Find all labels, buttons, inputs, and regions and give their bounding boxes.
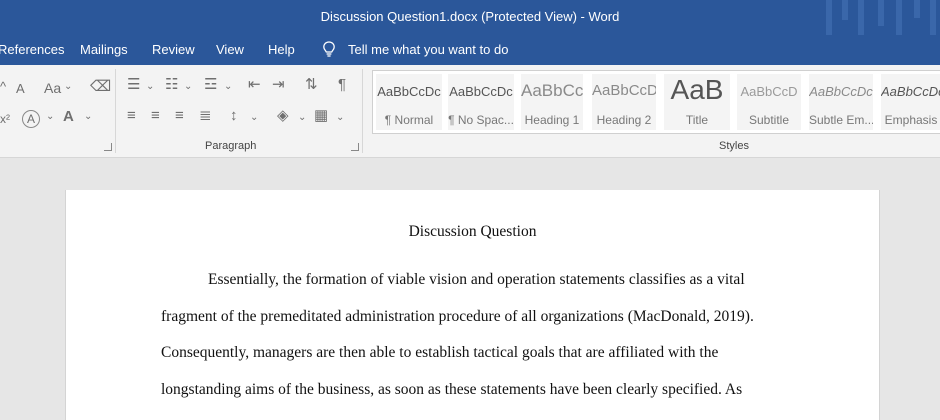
style-name: Heading 1 [524,113,580,127]
group-separator [362,69,363,153]
title-pattern [914,0,920,18]
title-bar: Discussion Question1.docx (Protected Vie… [0,0,940,35]
title-pattern [858,0,864,35]
title-pattern [842,0,848,20]
paragraph-line: longstanding aims of the business, as so… [161,381,743,398]
tab-help[interactable]: Help [268,42,295,57]
window-title: Discussion Question1.docx (Protected Vie… [320,9,620,24]
borders-icon[interactable]: ▦ [314,108,328,124]
chevron-down-icon[interactable]: ⌄ [336,110,344,126]
style-name: Subtle Em... [809,113,873,127]
clear-formatting-icon[interactable]: ⌫ [90,79,111,95]
bullets-icon[interactable]: ☰ [127,77,140,93]
align-right-icon[interactable]: ≡ [175,108,184,124]
chevron-down-icon[interactable]: ⌄ [224,79,232,95]
paragraph-line: Consequently, managers are then able to … [161,344,719,361]
style-sample: AaBbCc [521,81,583,100]
style-name: Heading 2 [596,113,652,127]
style-heading-2[interactable]: AaBbCcD Heading 2 [592,74,656,130]
paragraph-line: Essentially, the formation of viable vis… [208,271,745,288]
style-normal[interactable]: AaBbCcDc ¶ Normal [376,74,442,130]
styles-gallery: AaBbCcDc ¶ Normal AaBbCcDc ¶ No Spac... … [372,70,940,134]
style-name: ¶ Normal [384,113,434,127]
chevron-down-icon[interactable]: ⌄ [298,110,306,126]
style-name: Subtitle [748,113,790,127]
title-pattern [896,0,902,35]
paragraph-group-label: Paragraph [205,140,257,152]
tab-review[interactable]: Review [152,42,195,57]
style-subtitle[interactable]: AaBbCcD Subtitle [737,74,801,130]
style-sample: AaBbCcDc [449,84,513,99]
style-subtle-emphasis[interactable]: AaBbCcDc Subtle Em... [809,74,873,130]
title-pattern [878,0,884,26]
multilevel-list-icon[interactable]: ☲ [204,77,217,93]
tell-me-search[interactable]: Tell me what you want to do [320,40,508,58]
change-case-icon[interactable]: Aa [44,80,61,96]
document-area: Discussion Question Essentially, the for… [0,158,940,420]
style-sample: AaBbCcD [740,84,798,99]
lightbulb-icon [323,41,335,57]
chevron-down-icon[interactable]: ⌄ [184,79,192,95]
document-page[interactable]: Discussion Question Essentially, the for… [65,190,880,420]
align-left-icon[interactable]: ≡ [127,108,136,124]
tab-view[interactable]: View [216,42,244,57]
style-no-spacing[interactable]: AaBbCcDc ¶ No Spac... [448,74,514,130]
styles-group-label: Styles [719,140,749,152]
shading-icon[interactable]: ◈ [277,108,289,124]
paragraph-dialog-launcher[interactable] [351,143,359,151]
sort-icon[interactable]: ⇅ [305,77,318,93]
style-heading-1[interactable]: AaBbCc Heading 1 [521,74,583,130]
line-spacing-icon[interactable]: ↕ [230,108,238,124]
title-pattern [826,0,832,35]
tab-mailings[interactable]: Mailings [80,42,128,57]
paragraph-line: fragment of the premeditated administrat… [161,308,754,325]
style-title[interactable]: AaB Title [664,74,730,130]
style-name: Emphasis [884,113,938,127]
shrink-font-icon[interactable]: A [16,81,25,97]
chevron-down-icon[interactable]: ⌄ [46,109,54,125]
chevron-down-icon[interactable]: ⌄ [84,109,92,125]
style-sample: AaBbCcDc [881,84,940,99]
text-effects-icon[interactable]: A [22,110,40,128]
style-emphasis[interactable]: AaBbCcDc Emphasis [881,74,940,130]
superscript-icon[interactable]: x² [0,111,10,127]
align-center-icon[interactable]: ≡ [151,108,160,124]
document-heading: Discussion Question [408,223,537,240]
show-marks-icon[interactable]: ¶ [338,77,346,93]
style-sample: AaBbCcDc [809,84,873,99]
style-sample: AaB [670,74,724,105]
font-color-icon[interactable]: A [63,109,74,125]
chevron-down-icon[interactable]: ⌄ [146,79,154,95]
numbering-icon[interactable]: ☷ [165,77,178,93]
increase-indent-icon[interactable]: ⇥ [272,77,285,93]
decrease-indent-icon[interactable]: ⇤ [248,77,261,93]
grow-font-icon[interactable]: ^ [0,79,6,95]
group-separator [115,69,116,153]
ribbon: ^ A Aa ⌄ ⌫ x² A ⌄ A ⌄ ☰ ⌄ ☷ ⌄ ☲ ⌄ ⇤ ⇥ ⇅ … [0,65,940,158]
justify-icon[interactable]: ≣ [199,108,212,124]
tell-me-label: Tell me what you want to do [348,41,509,57]
style-name: Title [685,113,709,127]
title-pattern [930,0,936,35]
chevron-down-icon[interactable]: ⌄ [64,79,72,95]
style-sample: AaBbCcD [592,82,656,99]
chevron-down-icon[interactable]: ⌄ [250,110,258,126]
ribbon-tabs: References Mailings Review View Help Tel… [0,35,940,65]
tab-references[interactable]: References [0,42,64,57]
style-sample: AaBbCcDc [377,84,441,99]
font-dialog-launcher[interactable] [104,143,112,151]
style-name: ¶ No Spac... [448,113,514,127]
